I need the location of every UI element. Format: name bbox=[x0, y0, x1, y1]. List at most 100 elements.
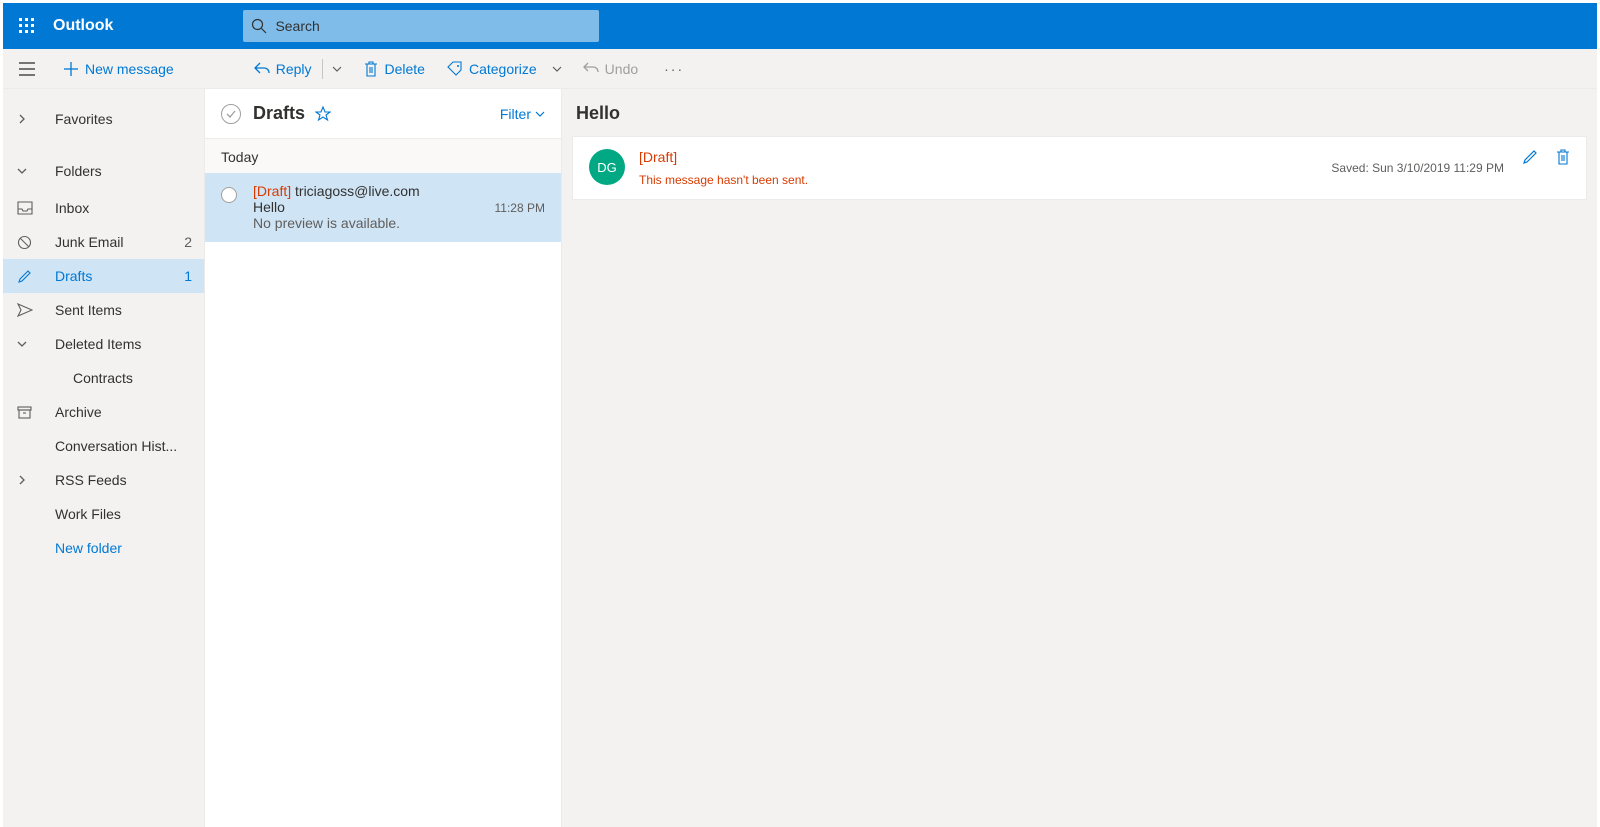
categorize-dropdown-button[interactable] bbox=[545, 66, 569, 72]
star-icon bbox=[315, 106, 331, 122]
tag-icon bbox=[447, 61, 463, 77]
more-icon: ··· bbox=[664, 61, 684, 77]
app-name[interactable]: Outlook bbox=[53, 17, 113, 35]
search-box[interactable] bbox=[243, 10, 599, 42]
draft-tag: [Draft] bbox=[253, 183, 291, 199]
search-icon bbox=[243, 18, 275, 34]
folder-drafts[interactable]: Drafts 1 bbox=[3, 259, 204, 293]
message-list-pane: Drafts Filter Today [Draft] triciagoss@l… bbox=[205, 89, 562, 827]
message-subject: Hello bbox=[253, 199, 495, 215]
reading-subject: Hello bbox=[572, 89, 1587, 136]
folder-junk[interactable]: Junk Email 2 bbox=[3, 225, 204, 259]
reading-card: DG [Draft] This message hasn't been sent… bbox=[572, 136, 1587, 200]
folder-label: Junk Email bbox=[55, 234, 184, 250]
folders-section[interactable]: Folders bbox=[3, 151, 204, 191]
list-header: Drafts Filter bbox=[205, 89, 561, 139]
chevron-down-icon bbox=[17, 339, 41, 349]
reading-not-sent: This message hasn't been sent. bbox=[639, 173, 1331, 187]
inbox-icon bbox=[17, 201, 41, 215]
folder-rss[interactable]: RSS Feeds bbox=[3, 463, 204, 497]
favorite-star-button[interactable] bbox=[315, 106, 331, 122]
folder-deleted[interactable]: Deleted Items bbox=[3, 327, 204, 361]
folder-conversation-history[interactable]: Conversation Hist... bbox=[3, 429, 204, 463]
folder-sidebar: Favorites Folders Inbox Junk Email 2 Dra… bbox=[3, 89, 205, 827]
message-to: triciagoss@live.com bbox=[295, 183, 420, 199]
reading-pane: Hello DG [Draft] This message hasn't bee… bbox=[562, 89, 1597, 827]
new-folder-button[interactable]: New folder bbox=[3, 531, 204, 565]
folder-label: Contracts bbox=[73, 370, 192, 386]
message-item[interactable]: [Draft] triciagoss@live.com Hello 11:28 … bbox=[205, 173, 561, 242]
message-preview: No preview is available. bbox=[253, 215, 545, 231]
folder-sent[interactable]: Sent Items bbox=[3, 293, 204, 327]
filter-label: Filter bbox=[500, 106, 531, 122]
top-bar: Outlook bbox=[3, 3, 1597, 49]
folder-count: 2 bbox=[184, 234, 192, 250]
undo-icon bbox=[583, 61, 599, 77]
pencil-icon bbox=[1522, 149, 1538, 165]
draft-icon bbox=[17, 269, 41, 284]
chevron-right-icon bbox=[17, 475, 41, 485]
list-title: Drafts bbox=[253, 103, 305, 124]
nav-toggle-button[interactable] bbox=[3, 49, 51, 89]
edit-draft-button[interactable] bbox=[1522, 149, 1538, 165]
filter-button[interactable]: Filter bbox=[500, 106, 545, 122]
list-group-header: Today bbox=[205, 139, 561, 173]
reply-icon bbox=[254, 61, 270, 77]
folder-label: Drafts bbox=[55, 268, 184, 284]
avatar: DG bbox=[589, 149, 625, 185]
hamburger-icon bbox=[19, 62, 35, 76]
message-time: 11:28 PM bbox=[495, 201, 545, 215]
chevron-down-icon bbox=[535, 111, 545, 117]
delete-button[interactable]: Delete bbox=[355, 49, 433, 89]
favorites-label: Favorites bbox=[55, 111, 113, 127]
plus-icon bbox=[63, 61, 79, 77]
categorize-label: Categorize bbox=[469, 61, 537, 77]
folder-label: Deleted Items bbox=[55, 336, 192, 352]
app-launcher-button[interactable] bbox=[3, 3, 51, 49]
chevron-down-icon bbox=[552, 66, 562, 72]
chevron-down-icon bbox=[17, 166, 41, 176]
reading-saved-time: Saved: Sun 3/10/2019 11:29 PM bbox=[1331, 161, 1504, 175]
message-subject-line: Hello 11:28 PM bbox=[253, 199, 545, 215]
undo-label: Undo bbox=[605, 61, 638, 77]
delete-label: Delete bbox=[385, 61, 425, 77]
categorize-button[interactable]: Categorize bbox=[439, 49, 545, 89]
search-input[interactable] bbox=[275, 18, 599, 34]
folder-label: Conversation Hist... bbox=[55, 438, 192, 454]
archive-icon bbox=[17, 406, 41, 419]
sent-icon bbox=[17, 303, 41, 317]
reply-label: Reply bbox=[276, 61, 312, 77]
command-bar: New message Reply Delete Categorize Undo… bbox=[3, 49, 1597, 89]
undo-button[interactable]: Undo bbox=[575, 49, 646, 89]
folder-archive[interactable]: Archive bbox=[3, 395, 204, 429]
folder-label: Sent Items bbox=[55, 302, 192, 318]
discard-draft-button[interactable] bbox=[1556, 149, 1570, 165]
trash-icon bbox=[363, 61, 379, 77]
select-all-checkbox[interactable] bbox=[221, 104, 241, 124]
new-message-button[interactable]: New message bbox=[55, 49, 190, 89]
new-folder-label: New folder bbox=[55, 540, 192, 556]
reading-draft-tag: [Draft] bbox=[639, 149, 1331, 165]
folder-label: Archive bbox=[55, 404, 192, 420]
message-select-checkbox[interactable] bbox=[221, 187, 237, 203]
new-message-label: New message bbox=[85, 61, 174, 77]
folder-label: Inbox bbox=[55, 200, 192, 216]
folder-work-files[interactable]: Work Files bbox=[3, 497, 204, 531]
folder-contracts[interactable]: Contracts bbox=[3, 361, 204, 395]
folder-count: 1 bbox=[184, 268, 192, 284]
folders-label: Folders bbox=[55, 163, 102, 179]
divider bbox=[322, 59, 323, 79]
message-to-line: [Draft] triciagoss@live.com bbox=[253, 183, 545, 199]
waffle-icon bbox=[19, 18, 35, 34]
trash-icon bbox=[1556, 149, 1570, 165]
folder-inbox[interactable]: Inbox bbox=[3, 191, 204, 225]
reply-dropdown-button[interactable] bbox=[325, 66, 349, 72]
more-actions-button[interactable]: ··· bbox=[656, 49, 692, 89]
folder-label: RSS Feeds bbox=[55, 472, 192, 488]
chevron-right-icon bbox=[17, 114, 41, 124]
reply-button[interactable]: Reply bbox=[246, 49, 320, 89]
chevron-down-icon bbox=[332, 66, 342, 72]
junk-icon bbox=[17, 235, 41, 250]
folder-label: Work Files bbox=[55, 506, 192, 522]
favorites-section[interactable]: Favorites bbox=[3, 99, 204, 139]
